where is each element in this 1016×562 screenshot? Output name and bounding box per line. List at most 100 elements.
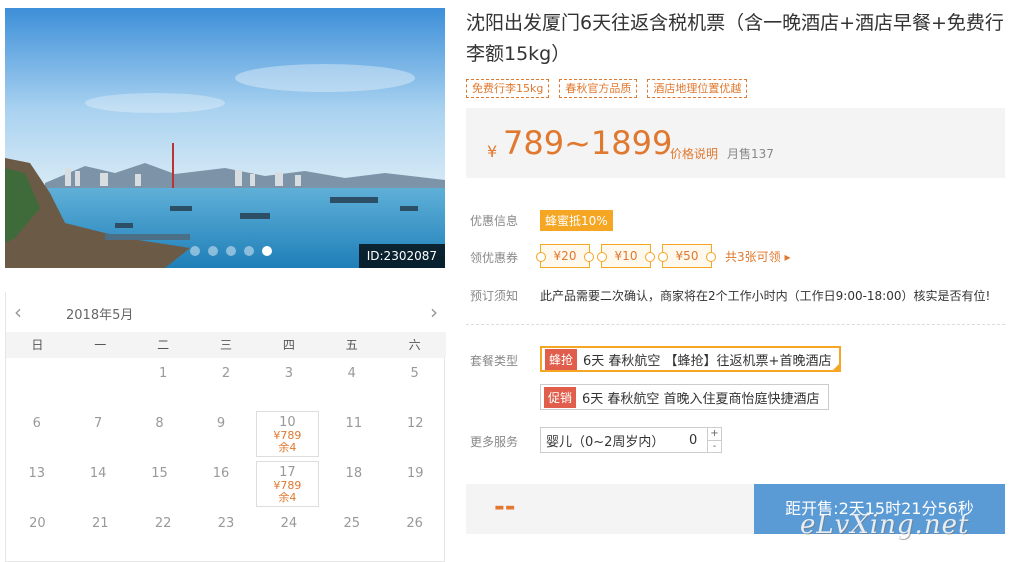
date-calendar: ‹ 2018年5月 › 日一二三四五六 1 2 3 4 5 6 7 8 9 10 ¥789 余4 11 1…: [5, 292, 446, 562]
weekday-label: 四: [282, 338, 295, 352]
day-number: 19: [406, 466, 424, 481]
service-item: 婴儿（0~2周岁内）: [546, 434, 665, 450]
calendar-day: 20: [6, 508, 69, 558]
calendar-day: 21: [69, 508, 132, 558]
day-number: 24: [280, 516, 298, 531]
package-text: 6天 春秋航空 【蜂抢】往返机票+首晚酒店: [583, 353, 832, 369]
coupon-label: 领优惠券: [470, 251, 519, 265]
total-price: --: [494, 492, 516, 522]
carousel-dot[interactable]: [262, 246, 272, 256]
day-number: 17: [279, 465, 296, 480]
day-stock: 余4: [278, 491, 297, 504]
calendar-day: [69, 358, 132, 408]
product-tag: 春秋官方品质: [559, 79, 638, 98]
photo-id-label: ID:2302087: [358, 244, 445, 268]
coupon-ticket[interactable]: ¥20: [536, 244, 594, 268]
day-number: 20: [29, 516, 46, 531]
day-number: 22: [154, 516, 172, 531]
day-number: 6: [32, 416, 41, 431]
promo-badge: 蜂蜜抵10%: [540, 210, 613, 231]
day-number: 10: [279, 415, 296, 430]
calendar-day: 23: [195, 508, 258, 558]
product-tag: 酒店地理位置优越: [647, 79, 748, 98]
product-title: 沈阳出发厦门6天往返含税机票（含一晚酒店+酒店早餐+免费行李额15kg）: [466, 12, 1004, 65]
product-photo[interactable]: ID:2302087: [5, 8, 445, 268]
weekday-label: 日: [31, 338, 44, 352]
calendar-week: 20 21 22 23 24 25 26: [6, 508, 446, 558]
day-number: 15: [151, 466, 168, 481]
day-number: 16: [212, 466, 230, 481]
day-number: 11: [345, 416, 363, 431]
weekday-label: 一: [94, 338, 107, 352]
day-number: 4: [347, 366, 356, 381]
calendar-day: 19: [385, 458, 446, 508]
price-box: ¥ 789~1899 价格说明 月售137: [466, 108, 1005, 178]
prev-month-icon[interactable]: ‹: [14, 302, 22, 322]
package-option-selected[interactable]: 蜂抢 6天 春秋航空 【蜂抢】往返机票+首晚酒店: [540, 346, 842, 372]
carousel-dot[interactable]: [244, 246, 254, 256]
site-watermark: eLvXing.net: [800, 510, 970, 540]
weekday-label: 六: [408, 338, 421, 352]
weekday-label: 五: [345, 338, 358, 352]
calendar-day: 14: [67, 458, 128, 508]
carousel-dot[interactable]: [226, 246, 236, 256]
day-number: 12: [406, 416, 424, 431]
calendar-header: ‹ 2018年5月 ›: [6, 292, 446, 332]
calendar-day: 15: [129, 458, 190, 508]
calendar-day: 6: [6, 408, 67, 458]
calendar-day: 22: [132, 508, 195, 558]
weekday-header: 日一二三四五六: [6, 332, 446, 358]
day-number: 8: [155, 416, 164, 431]
calendar-day: 4: [320, 358, 383, 408]
package-option[interactable]: 促销 6天 春秋航空 首晚入住夏商怡庭快捷酒店: [540, 384, 829, 410]
day-number: 26: [406, 516, 423, 531]
seaside-photo: [5, 8, 445, 268]
calendar-day-available[interactable]: 10 ¥789 余4: [255, 411, 320, 457]
next-month-icon[interactable]: ›: [430, 302, 438, 322]
price-currency: ¥: [487, 142, 498, 161]
carousel-dot[interactable]: [208, 246, 218, 256]
package-badge: 促销: [544, 386, 577, 408]
calendar-day: 24: [257, 508, 320, 558]
calendar-day-available[interactable]: 17 ¥789 余4: [255, 461, 320, 507]
day-number: 14: [89, 466, 107, 481]
section-divider: [466, 324, 1005, 325]
calendar-week: 6 7 8 9 10 ¥789 余4 11 12: [6, 408, 446, 458]
price-explain-link[interactable]: 价格说明: [670, 145, 718, 162]
calendar-day: 8: [129, 408, 190, 458]
price-range: 789~1899: [503, 124, 673, 162]
weekday-label: 二: [157, 338, 170, 352]
package-text: 6天 春秋航空 首晚入住夏商怡庭快捷酒店: [582, 391, 820, 407]
calendar-day: 7: [67, 408, 128, 458]
carousel-dots[interactable]: [190, 246, 272, 256]
quantity-stepper: + -: [707, 428, 721, 452]
day-number: 2: [221, 366, 231, 381]
calendar-week: 13 14 15 16 17 ¥789 余4 18 19: [6, 458, 446, 508]
calendar-month: 2018年5月: [66, 308, 134, 323]
promo-label: 优惠信息: [470, 214, 519, 228]
notice-label: 预订须知: [470, 289, 519, 303]
coupon-list: ¥20 ¥10 ¥50 共3张可领 ▸: [536, 244, 790, 268]
calendar-day: 3: [257, 358, 320, 408]
coupon-ticket[interactable]: ¥50: [658, 244, 716, 268]
monthly-sales: 月售137: [727, 147, 774, 161]
product-tags: 免费行李15kg 春秋官方品质 酒店地理位置优越: [466, 79, 748, 98]
calendar-day: 25: [320, 508, 383, 558]
package-label: 套餐类型: [470, 354, 519, 368]
day-number: 25: [343, 516, 360, 531]
decrement-button[interactable]: -: [708, 440, 721, 452]
calendar-day: 18: [323, 458, 384, 508]
increment-button[interactable]: +: [708, 428, 721, 440]
carousel-dot[interactable]: [190, 246, 200, 256]
day-stock: 余4: [278, 441, 297, 454]
coupon-ticket[interactable]: ¥10: [597, 244, 655, 268]
coupon-more-link[interactable]: 共3张可领 ▸: [725, 248, 790, 265]
calendar-day: 26: [383, 508, 446, 558]
calendar-day: 13: [6, 458, 67, 508]
infant-service-selector: 婴儿（0~2周岁内） 0 + -: [540, 427, 722, 453]
day-number: 5: [410, 366, 419, 381]
calendar-day: 1: [132, 358, 195, 408]
service-count: 0: [689, 432, 698, 448]
day-number: 9: [216, 416, 226, 431]
calendar-grid: 1 2 3 4 5 6 7 8 9 10 ¥789 余4 11 12 13 14 15 16 17 ¥789 余4 18 1…: [6, 358, 446, 558]
